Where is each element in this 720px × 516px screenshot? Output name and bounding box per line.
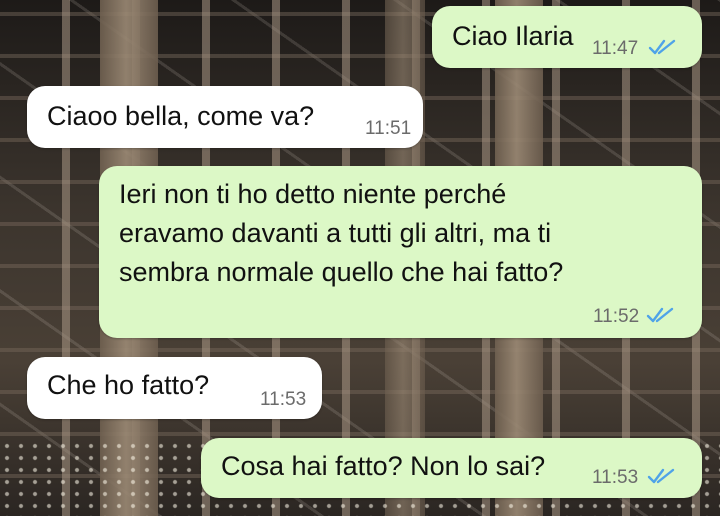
message-time: 11:52 (593, 306, 640, 327)
double-check-icon (646, 307, 674, 323)
message-text: Che ho fatto? (47, 370, 210, 400)
message-bubble-incoming[interactable]: Che ho fatto? 11:53 (27, 357, 322, 419)
message-text: Ciaoo bella, come va? (47, 101, 315, 131)
message-text: Cosa hai fatto? Non lo sai? (221, 451, 546, 481)
message-text: Ciao Ilaria (452, 21, 574, 51)
message-time: 11:51 (365, 118, 412, 139)
message-time: 11:47 (592, 38, 639, 59)
message-text: eravamo davanti a tutti gli altri, ma ti (119, 218, 552, 248)
message-text: sembra normale quello che hai fatto? (119, 257, 564, 287)
double-check-icon (647, 468, 675, 484)
message-text: Ieri non ti ho detto niente perché (119, 179, 507, 209)
double-check-icon (648, 39, 676, 55)
message-bubble-outgoing[interactable]: Ieri non ti ho detto niente perché erava… (99, 166, 702, 338)
message-time: 11:53 (260, 389, 307, 410)
message-bubble-outgoing[interactable]: Ciao Ilaria 11:47 (432, 6, 702, 68)
message-bubble-outgoing[interactable]: Cosa hai fatto? Non lo sai? 11:53 (201, 438, 702, 498)
message-time: 11:53 (592, 467, 639, 488)
message-bubble-incoming[interactable]: Ciaoo bella, come va? 11:51 (27, 86, 423, 148)
